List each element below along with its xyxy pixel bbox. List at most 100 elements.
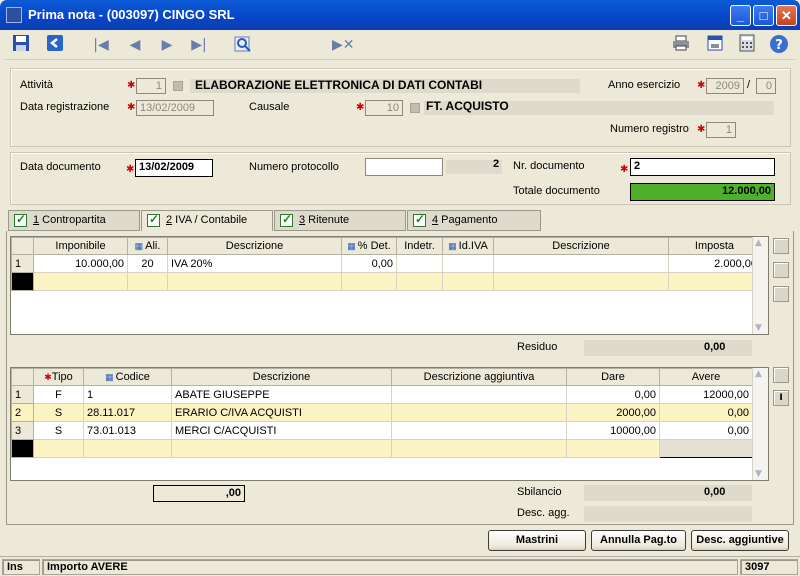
checkbox-icon — [147, 212, 160, 227]
print-preview-icon[interactable] — [704, 34, 726, 56]
anno-field[interactable]: 2009 — [706, 78, 744, 94]
residuo-value: 0,00 — [704, 341, 726, 353]
scroll-down-icon[interactable]: ▼ — [755, 323, 762, 333]
back-icon[interactable] — [44, 34, 66, 56]
app-icon — [6, 7, 22, 23]
causale-description: FT. ACQUISTO — [426, 99, 509, 113]
status-mode: Ins — [2, 559, 40, 575]
window-title: Prima nota - (003097) CINGO SRL — [28, 7, 235, 22]
anno-label: Anno esercizio — [608, 79, 681, 91]
col-imposta[interactable]: Imposta — [668, 237, 761, 255]
help-icon[interactable]: ? — [768, 34, 790, 56]
side-button-2[interactable] — [773, 262, 789, 278]
col-indetr[interactable]: Indetr. — [396, 237, 443, 255]
side-button-1[interactable] — [773, 238, 789, 254]
new-row[interactable] — [11, 439, 753, 458]
lookup-icon: ▦ — [134, 241, 144, 251]
data-registrazione-label: Data registrazione — [20, 101, 110, 113]
prev-icon[interactable]: ◀ — [124, 34, 146, 56]
tab-ritenute[interactable]: 3 Ritenute — [274, 210, 406, 231]
data-registrazione-field[interactable]: 13/02/2009 — [136, 100, 214, 116]
col-tipo[interactable]: ✱Tipo — [33, 368, 84, 386]
scroll-up-icon[interactable]: ▲ — [755, 238, 762, 248]
col-dare[interactable]: Dare — [566, 368, 660, 386]
col-imponibile[interactable]: Imponibile — [33, 237, 128, 255]
col-descrizione[interactable]: Descrizione — [167, 237, 342, 255]
data-documento-field[interactable]: 13/02/2009 — [135, 159, 213, 177]
checkbox-icon — [280, 212, 293, 227]
totale-documento-field: 12.000,00 — [630, 183, 775, 201]
status-code: 3097 — [740, 559, 798, 575]
mastrini-button[interactable]: Mastrini — [488, 530, 586, 551]
nr-documento-field[interactable]: 2 — [630, 158, 775, 176]
nr-documento-label: Nr. documento — [513, 160, 585, 172]
totale-documento-label: Totale documento — [513, 185, 600, 197]
sbilancio-value: 0,00 — [704, 486, 726, 498]
side-button-4[interactable] — [773, 367, 789, 383]
table-row[interactable]: 3 S 73.01.013 MERCI C/ACQUISTI 10000,00 … — [11, 421, 753, 440]
table-row[interactable]: 1 10.000,00 20 IVA 20% 0,00 2.000,00 — [11, 254, 761, 273]
attivita-description: ELABORAZIONE ELETTRONICA DI DATI CONTABI — [195, 78, 483, 92]
annulla-pagamento-button[interactable]: Annulla Pag.to — [591, 530, 686, 551]
protocollo-number: 2 — [493, 158, 500, 170]
status-bar: Ins Importo AVERE 3097 — [0, 556, 800, 576]
next-icon[interactable]: ▶ — [156, 34, 178, 56]
print-icon[interactable] — [670, 34, 692, 56]
protocollo-label: Numero protocollo — [249, 161, 339, 173]
scroll-down-icon[interactable]: ▼ — [755, 469, 762, 479]
desc-agg-field — [584, 506, 752, 522]
lookup-icon: ▦ — [448, 241, 457, 251]
sbilancio-label: Sbilancio — [517, 486, 562, 498]
side-button-3[interactable] — [773, 286, 789, 302]
table-row[interactable]: 1 F 1 ABATE GIUSEPPE 0,00 12000,00 — [11, 385, 753, 404]
svg-text:?: ? — [775, 38, 783, 53]
toolbar: |◀ ◀ ▶ ▶| ▶✕ ? — [4, 30, 796, 60]
causale-label: Causale — [249, 101, 290, 113]
col-aliquota[interactable]: ▦ Ali. — [127, 237, 168, 255]
checkbox-icon — [14, 212, 27, 227]
scroll-up-icon[interactable]: ▲ — [755, 369, 762, 379]
conti-grid: ✱Tipo ▦ Codice Descrizione Descrizione ag… — [10, 367, 769, 481]
tab-iva-contabile[interactable]: 2 IVA / Contabile — [141, 210, 273, 232]
desc-aggiuntive-button[interactable]: Desc. aggiuntive — [691, 530, 789, 551]
lookup-icon: ▦ — [347, 241, 356, 251]
causale-code-field[interactable]: 10 — [365, 100, 403, 116]
title-bar: Prima nota - (003097) CINGO SRL _ □ ✕ — [0, 0, 800, 30]
col-avere[interactable]: Avere — [659, 368, 753, 386]
attivita-code-field[interactable]: 1 — [136, 78, 166, 94]
last-icon[interactable]: ▶| — [188, 34, 210, 56]
col-descrizione-2[interactable]: Descrizione — [493, 237, 669, 255]
table-row[interactable]: 2 S 28.11.017 ERARIO C/IVA ACQUISTI 2000… — [11, 403, 753, 422]
col-descrizione-aggiuntiva[interactable]: Descrizione aggiuntiva — [391, 368, 567, 386]
conti-scrollbar[interactable]: ▲ ▼ — [752, 368, 768, 480]
attivita-label: Attività — [20, 79, 54, 91]
active-cell[interactable] — [659, 439, 753, 458]
lookup-icon: ▦ — [105, 372, 114, 382]
data-documento-label: Data documento — [20, 161, 101, 173]
tab-contropartita[interactable]: 1 Contropartita — [8, 210, 140, 231]
col-det[interactable]: ▦% Det. — [341, 237, 397, 255]
close-button[interactable]: ✕ — [776, 5, 797, 26]
numero-registro-field[interactable]: 1 — [706, 122, 736, 138]
minimize-button[interactable]: _ — [730, 5, 751, 26]
new-row[interactable] — [11, 272, 761, 291]
numero-registro-label: Numero registro — [610, 123, 689, 135]
total-field: ,00 — [153, 485, 245, 502]
calculator-icon[interactable] — [736, 34, 758, 56]
checkbox-icon — [413, 212, 426, 227]
search-icon[interactable] — [232, 34, 254, 56]
status-message: Importo AVERE — [42, 559, 738, 575]
iva-scrollbar[interactable]: ▲ ▼ — [752, 237, 768, 334]
maximize-button[interactable]: □ — [753, 5, 774, 26]
col-codice[interactable]: ▦ Codice — [83, 368, 172, 386]
tab-pagamento[interactable]: 4 Pagamento — [407, 210, 541, 231]
side-button-5[interactable]: I — [773, 390, 789, 406]
col-id-iva[interactable]: ▦ Id.IVA — [442, 237, 494, 255]
anno-sub-field[interactable]: 0 — [756, 78, 776, 94]
desc-agg-label: Desc. agg. — [517, 507, 570, 519]
col-descrizione[interactable]: Descrizione — [171, 368, 392, 386]
first-icon[interactable]: |◀ — [90, 34, 112, 56]
protocollo-field[interactable] — [365, 158, 443, 176]
clear-icon[interactable]: ▶✕ — [332, 34, 355, 56]
save-icon[interactable] — [10, 34, 32, 56]
